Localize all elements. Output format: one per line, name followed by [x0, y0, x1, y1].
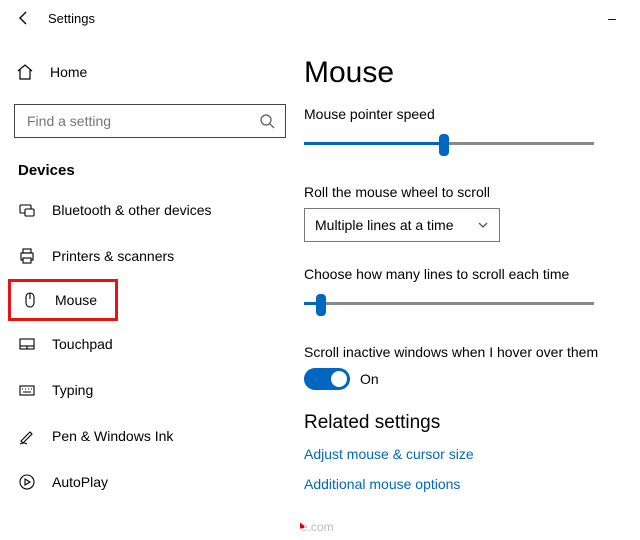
sidebar-item-printers[interactable]: Printers & scanners [8, 233, 292, 279]
hover-label: Scroll inactive windows when I hover ove… [304, 344, 640, 360]
pointer-speed-slider[interactable] [304, 130, 594, 158]
sidebar-item-label: Printers & scanners [52, 248, 174, 264]
lines-slider[interactable] [304, 290, 594, 318]
hover-toggle-text: On [360, 371, 379, 387]
wheel-label: Roll the mouse wheel to scroll [304, 184, 640, 200]
home-button[interactable]: Home [8, 52, 292, 92]
search-input[interactable] [25, 112, 259, 130]
sidebar-item-mouse[interactable]: Mouse [8, 279, 118, 321]
link-additional-mouse-options[interactable]: Additional mouse options [304, 476, 640, 492]
touchpad-icon [18, 335, 36, 353]
sidebar-item-touchpad[interactable]: Touchpad [8, 321, 292, 367]
section-devices: Devices [18, 162, 292, 179]
bluetooth-icon [18, 201, 36, 219]
main-content: Mouse Mouse pointer speed Roll the mouse… [300, 36, 640, 540]
mouse-icon [21, 291, 39, 309]
sidebar-item-label: Typing [52, 382, 93, 398]
keyboard-icon [18, 381, 36, 399]
window-title: Settings [48, 11, 95, 26]
related-heading: Related settings [304, 412, 640, 434]
chevron-down-icon [477, 219, 489, 231]
home-icon [16, 63, 34, 81]
sidebar-item-label: Bluetooth & other devices [52, 202, 212, 218]
sidebar-item-label: Touchpad [52, 336, 113, 352]
printer-icon [18, 247, 36, 265]
lines-label: Choose how many lines to scroll each tim… [304, 266, 640, 282]
sidebar: Home Devices Bluetooth & other devices P… [0, 36, 300, 540]
sidebar-item-label: AutoPlay [52, 474, 108, 490]
sidebar-item-typing[interactable]: Typing [8, 367, 292, 413]
wheel-selected-value: Multiple lines at a time [315, 217, 454, 233]
hover-toggle[interactable] [304, 368, 350, 390]
watermark: ©howtoedge.com [300, 520, 334, 534]
titlebar: Settings – [0, 0, 640, 36]
minimize-button[interactable]: – [592, 3, 632, 33]
pen-icon [18, 427, 36, 445]
search-box[interactable] [14, 104, 286, 138]
link-adjust-mouse-size[interactable]: Adjust mouse & cursor size [304, 446, 640, 462]
search-icon [259, 113, 275, 129]
sidebar-item-autoplay[interactable]: AutoPlay [8, 459, 292, 505]
autoplay-icon [18, 473, 36, 491]
sidebar-item-label: Pen & Windows Ink [52, 428, 173, 444]
back-button[interactable] [8, 2, 40, 34]
pointer-speed-label: Mouse pointer speed [304, 106, 640, 122]
page-title: Mouse [304, 56, 640, 90]
sidebar-item-bluetooth[interactable]: Bluetooth & other devices [8, 187, 292, 233]
sidebar-item-pen[interactable]: Pen & Windows Ink [8, 413, 292, 459]
home-label: Home [50, 64, 87, 80]
sidebar-item-label: Mouse [55, 292, 97, 308]
wheel-select[interactable]: Multiple lines at a time [304, 208, 500, 242]
